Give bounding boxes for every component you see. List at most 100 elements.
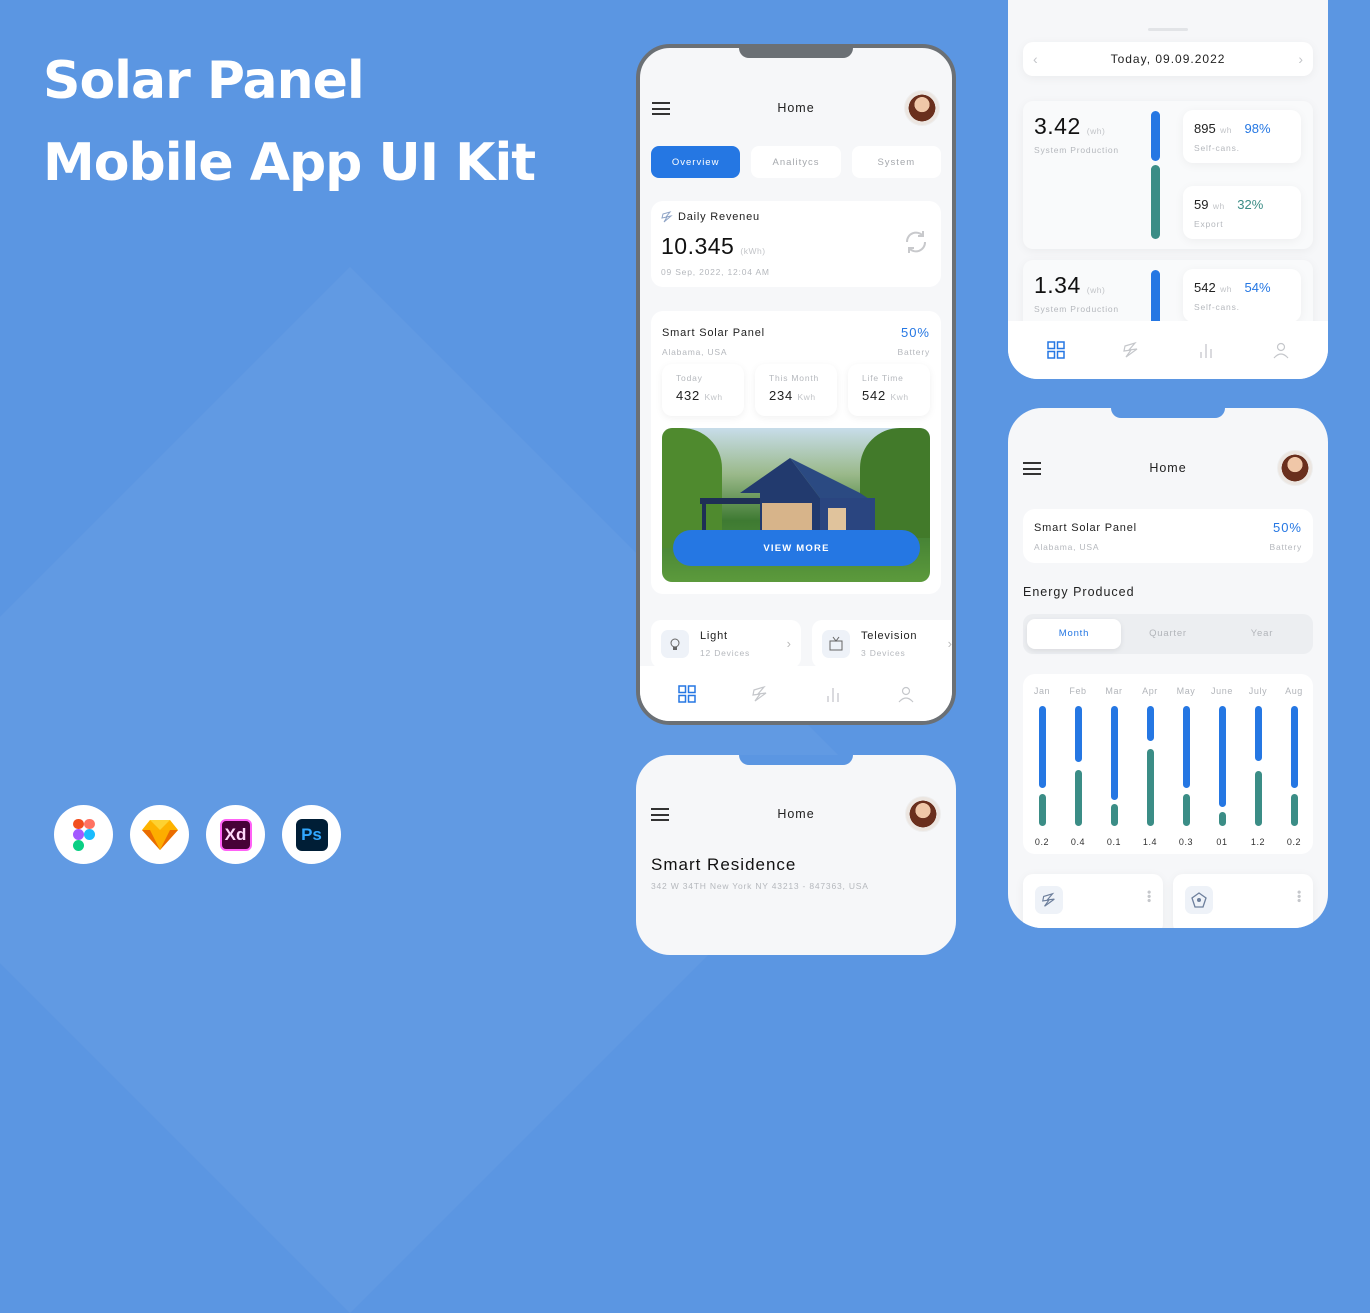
production-label: System Production	[1034, 145, 1119, 155]
hero-title: Solar Panel Mobile App UI Kit	[43, 40, 536, 204]
self-percent: 54%	[1244, 280, 1271, 295]
export-tile: 59 wh 32% Export	[1183, 186, 1301, 239]
value-label: 0.3	[1178, 837, 1194, 847]
stat-unit: Kwh	[890, 392, 909, 402]
phone-notch	[1111, 408, 1225, 418]
production-unit: (wh)	[1086, 126, 1106, 136]
refresh-icon[interactable]	[901, 227, 931, 257]
date-label: Today, 09.09.2022	[1110, 52, 1226, 66]
bar-produced	[1074, 706, 1082, 763]
bottom-nav	[640, 666, 952, 721]
daily-revenue-card[interactable]: Daily Reveneu 10.345 (kWh) 09 Sep, 2022,…	[651, 201, 941, 287]
bar-produced	[1110, 706, 1118, 800]
month-label: May	[1176, 686, 1196, 696]
solar-panel-icon	[1191, 892, 1207, 908]
month-label: July	[1248, 686, 1268, 696]
header: Home	[1008, 450, 1328, 486]
phone-overview: Home Overview Analitycs System Daily Rev…	[636, 44, 956, 725]
value-label: 01	[1216, 837, 1228, 847]
grid-icon	[677, 684, 696, 703]
more-options-icon[interactable]: •••	[1142, 890, 1156, 903]
hero-line-2: Mobile App UI Kit	[43, 133, 536, 193]
production-card: 3.42 (wh) System Production 895 wh 98% Se…	[1023, 101, 1313, 249]
month-label: Aug	[1285, 686, 1303, 696]
bar-consumed	[1038, 793, 1046, 826]
chevron-right-icon[interactable]: ›	[1298, 51, 1303, 67]
segment-quarter[interactable]: Quarter	[1121, 619, 1215, 649]
energy-chart: Jan 0.2 Feb 0.4 Mar 0.1 Apr 1.4 May 0.3 June 01 July…	[1023, 674, 1313, 854]
lightning-icon	[661, 211, 673, 223]
sketch-badge	[130, 805, 189, 864]
tab-system[interactable]: System	[851, 146, 941, 178]
battery-label: Battery	[897, 347, 930, 357]
more-options-icon[interactable]: •••	[1292, 890, 1306, 903]
export-unit: wh	[1212, 201, 1225, 211]
bar-consumed	[1290, 793, 1298, 826]
sketch-icon	[141, 819, 178, 850]
chevron-left-icon[interactable]: ‹	[1033, 51, 1038, 67]
avatar[interactable]	[904, 90, 940, 126]
stat-value: 234	[769, 388, 794, 403]
menu-icon[interactable]	[652, 102, 670, 115]
self-value: 895	[1194, 121, 1216, 136]
header-title: Home	[777, 101, 815, 115]
export-label: Export	[1194, 219, 1224, 229]
production-label: System Production	[1034, 304, 1119, 314]
phone-notch	[739, 48, 853, 58]
nav-home[interactable]	[1041, 335, 1071, 365]
panel-title: Smart Solar Panel	[662, 327, 765, 339]
bar-consumed	[1110, 804, 1118, 826]
bar-consumed	[1218, 811, 1226, 826]
user-icon	[898, 686, 913, 702]
nav-stats[interactable]	[1191, 335, 1221, 365]
nav-energy[interactable]	[1116, 335, 1146, 365]
bar-chart-icon	[826, 687, 839, 702]
stat-life-time: Life Time 542 Kwh	[848, 364, 930, 416]
revenue-title: Daily Reveneu	[678, 211, 760, 223]
device-count: 12 Devices	[700, 648, 751, 658]
bar-consumed	[1146, 749, 1154, 826]
tab-overview[interactable]: Overview	[651, 146, 741, 178]
nav-stats[interactable]	[818, 679, 848, 709]
device-name: Television	[861, 630, 918, 642]
nav-profile[interactable]	[1266, 335, 1296, 365]
drag-handle[interactable]	[1148, 28, 1188, 31]
month-label: Feb	[1069, 686, 1087, 696]
bar-consumed	[1254, 770, 1262, 826]
menu-icon[interactable]	[651, 808, 669, 821]
view-more-button[interactable]: VIEW MORE	[673, 530, 920, 566]
production-unit: (wh)	[1086, 285, 1106, 295]
menu-icon[interactable]	[1023, 462, 1041, 475]
month-label: Apr	[1142, 686, 1158, 696]
avatar[interactable]	[905, 796, 941, 832]
feature-card-energy[interactable]: •••	[1023, 874, 1163, 928]
nav-energy[interactable]	[745, 679, 775, 709]
photoshop-badge: Ps	[282, 805, 341, 864]
value-label: 0.2	[1034, 837, 1050, 847]
export-percent: 32%	[1237, 197, 1264, 212]
chevron-right-icon: ›	[786, 636, 791, 651]
tab-bar: Overview Analitycs System	[651, 146, 941, 178]
device-television[interactable]: Television 3 Devices ›	[812, 620, 952, 668]
nav-profile[interactable]	[891, 679, 921, 709]
header: Home	[636, 796, 956, 832]
stat-unit: Kwh	[704, 392, 723, 402]
feature-card-panel[interactable]: •••	[1173, 874, 1313, 928]
panel-location: Alabama, USA	[662, 347, 728, 357]
phone-production: ‹ Today, 09.09.2022 › 3.42 (wh) System Pr…	[1008, 0, 1328, 379]
header-title: Home	[777, 807, 815, 821]
hero-line-1: Solar Panel	[43, 51, 365, 111]
tool-icons: Xd Ps	[54, 805, 341, 864]
segment-year[interactable]: Year	[1215, 619, 1309, 649]
self-consumption-tile: 895 wh 98% Self-cans.	[1183, 110, 1301, 163]
nav-home[interactable]	[672, 679, 702, 709]
tab-analytics[interactable]: Analitycs	[751, 146, 841, 178]
revenue-timestamp: 09 Sep, 2022, 12:04 AM	[661, 267, 770, 277]
grid-icon	[1046, 341, 1065, 359]
avatar[interactable]	[1277, 450, 1313, 486]
bar-produced	[1218, 706, 1226, 807]
phone-notch	[739, 755, 853, 765]
stat-value: 432	[676, 388, 701, 403]
segment-month[interactable]: Month	[1027, 619, 1121, 649]
device-light[interactable]: Light 12 Devices ›	[651, 620, 801, 668]
